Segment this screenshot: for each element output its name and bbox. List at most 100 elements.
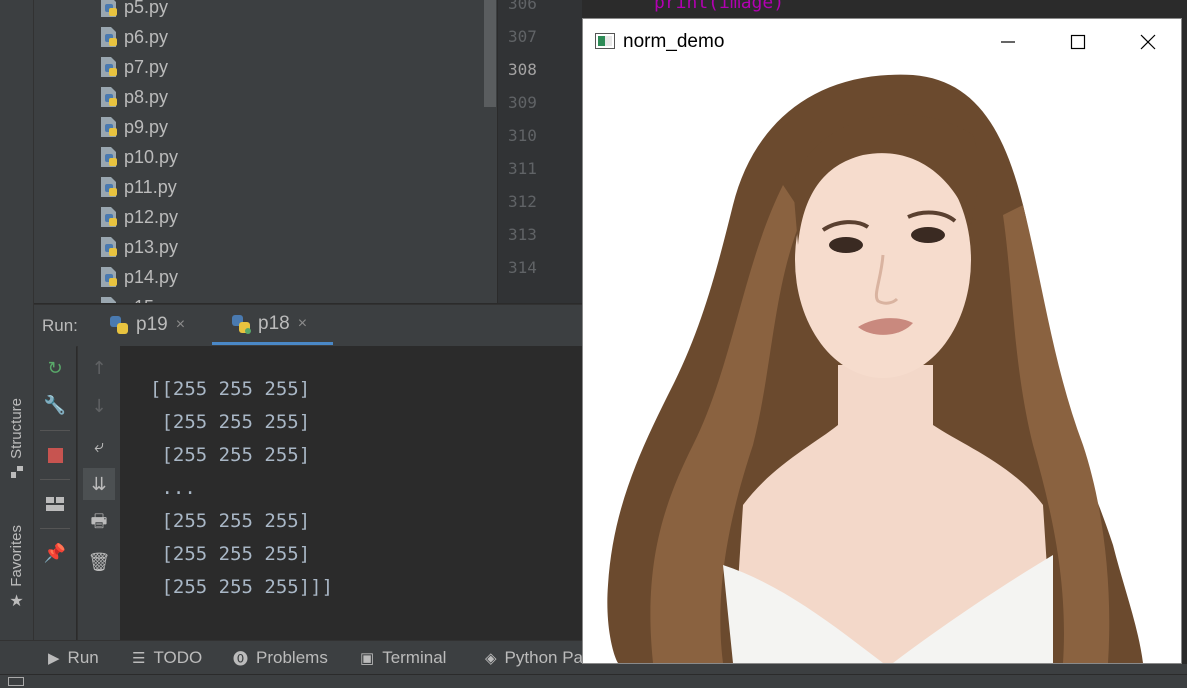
arrow-up-icon[interactable]: ↑ bbox=[87, 356, 111, 380]
tree-file-label: p14.py bbox=[124, 266, 179, 287]
layout-icon[interactable] bbox=[43, 492, 67, 516]
trash-icon[interactable]: 🗑 bbox=[87, 550, 111, 574]
console-line: [255 255 255] bbox=[150, 411, 311, 433]
window-app-icon bbox=[595, 33, 615, 49]
bottom-tab-label: TODO bbox=[153, 648, 203, 667]
editor-area[interactable]: print(image) bbox=[582, 0, 1187, 18]
close-tab-icon[interactable]: × bbox=[298, 315, 307, 333]
line-number: 307 bbox=[508, 27, 537, 46]
tree-file-item[interactable]: p9.py bbox=[98, 112, 168, 142]
stop-icon[interactable] bbox=[43, 443, 67, 467]
python-icon bbox=[232, 314, 251, 334]
bottom-tab-terminal[interactable]: ▣ Terminal bbox=[360, 641, 446, 675]
line-number: 309 bbox=[508, 93, 537, 112]
run-toolbar-secondary: ↑ ↓ ⤶ ⇊ 🖶 🗑 bbox=[77, 346, 120, 640]
image-window[interactable]: norm_demo bbox=[582, 18, 1182, 664]
line-number: 306 bbox=[508, 0, 537, 13]
structure-icon bbox=[10, 465, 23, 478]
list-icon: ☰ bbox=[132, 650, 146, 667]
tree-file-item[interactable]: p5.py bbox=[98, 0, 168, 22]
console-line: [255 255 255] bbox=[150, 543, 311, 565]
python-file-icon bbox=[101, 267, 117, 287]
tree-scrollbar[interactable] bbox=[484, 0, 496, 107]
run-tab-p19[interactable]: p19 × bbox=[108, 305, 208, 345]
console-line: [255 255 255] bbox=[150, 444, 311, 466]
print-icon[interactable]: 🖶 bbox=[87, 511, 111, 536]
close-button[interactable] bbox=[1113, 19, 1183, 65]
tree-file-item[interactable]: p7.py bbox=[98, 52, 168, 82]
status-bar bbox=[0, 674, 1187, 688]
tree-file-item[interactable]: p12.py bbox=[98, 202, 178, 232]
line-number: 311 bbox=[508, 159, 537, 178]
structure-tab[interactable]: Structure bbox=[0, 398, 33, 479]
python-file-icon bbox=[101, 117, 117, 137]
warning-icon: ⓿ bbox=[233, 650, 249, 668]
line-number: 308 bbox=[508, 60, 537, 79]
run-tab-p18[interactable]: p18 × bbox=[212, 305, 333, 345]
window-icon[interactable] bbox=[8, 677, 24, 686]
minimize-icon bbox=[1001, 41, 1015, 43]
bottom-tab-run[interactable]: ▶ Run bbox=[48, 641, 99, 675]
python-file-icon bbox=[101, 237, 117, 257]
wrench-icon[interactable]: 🔧 bbox=[43, 393, 67, 417]
python-icon bbox=[110, 316, 128, 334]
bottom-tab-label: Python Pa bbox=[504, 648, 583, 667]
play-icon: ▶ bbox=[48, 650, 60, 667]
console-line: [255 255 255] bbox=[150, 510, 311, 532]
tree-file-item[interactable]: p13.py bbox=[98, 232, 178, 262]
close-tab-icon[interactable]: × bbox=[176, 316, 185, 334]
favorites-label: Favorites bbox=[8, 525, 25, 587]
bottom-tab-python-packages[interactable]: ◈ Python Pa bbox=[485, 641, 583, 675]
run-panel-header: Run: p19 × p18 × bbox=[34, 304, 582, 347]
tree-file-item[interactable]: p6.py bbox=[98, 22, 168, 52]
line-number: 310 bbox=[508, 126, 537, 145]
tree-file-item[interactable]: p14.py bbox=[98, 262, 178, 292]
python-file-icon bbox=[101, 27, 117, 47]
tree-file-item[interactable]: p15.py bbox=[98, 292, 178, 303]
tree-file-label: p13.py bbox=[124, 236, 179, 257]
soft-wrap-icon[interactable]: ⤶ bbox=[87, 434, 111, 458]
tree-file-label: p5.py bbox=[124, 0, 169, 17]
window-titlebar[interactable]: norm_demo bbox=[583, 19, 1181, 65]
bottom-tab-label: Terminal bbox=[382, 648, 447, 667]
rerun-icon[interactable]: ↻ bbox=[43, 356, 67, 380]
run-toolbar: ↻ 🔧 📌 bbox=[34, 346, 76, 640]
python-file-icon bbox=[101, 0, 117, 17]
favorites-tab[interactable]: Favorites ★ bbox=[0, 525, 33, 610]
terminal-icon: ▣ bbox=[360, 650, 375, 667]
console-output[interactable]: [[255 255 255] [255 255 255] [255 255 25… bbox=[120, 346, 582, 640]
python-file-icon bbox=[101, 177, 117, 197]
tree-file-item[interactable]: p8.py bbox=[98, 82, 168, 112]
editor-gutter: 306 307 308 309 310 311 312 313 314 bbox=[498, 0, 582, 303]
bottom-tab-problems[interactable]: ⓿ Problems bbox=[233, 641, 328, 675]
bottom-tab-label: Run bbox=[67, 648, 99, 667]
line-number: 312 bbox=[508, 192, 537, 211]
tree-file-label: p15.py bbox=[124, 297, 178, 304]
code-line: print(image) bbox=[654, 0, 785, 13]
python-file-icon bbox=[101, 147, 117, 167]
line-number: 313 bbox=[508, 225, 537, 244]
scroll-to-end-icon[interactable]: ⇊ bbox=[83, 468, 115, 500]
python-file-icon bbox=[101, 297, 116, 303]
bottom-tab-todo[interactable]: ☰ TODO bbox=[132, 641, 202, 675]
structure-label: Structure bbox=[8, 398, 25, 459]
run-tab-label: p18 bbox=[258, 312, 290, 334]
tree-file-label: p8.py bbox=[124, 86, 169, 107]
console-line: ... bbox=[150, 477, 196, 499]
minimize-button[interactable] bbox=[973, 19, 1043, 65]
bottom-tab-label: Problems bbox=[256, 648, 328, 667]
maximize-button[interactable] bbox=[1043, 19, 1113, 65]
arrow-down-icon[interactable]: ↓ bbox=[87, 394, 111, 418]
left-tool-strip: Structure Favorites ★ bbox=[0, 0, 34, 640]
tree-file-label: p10.py bbox=[124, 146, 179, 167]
console-line: [[255 255 255] bbox=[150, 378, 311, 400]
layers-icon: ◈ bbox=[485, 650, 497, 667]
tree-file-item[interactable]: p10.py bbox=[98, 142, 178, 172]
pin-icon[interactable]: 📌 bbox=[43, 541, 67, 565]
run-tab-label: p19 bbox=[136, 314, 168, 335]
python-file-icon bbox=[101, 57, 117, 77]
tree-file-item[interactable]: p11.py bbox=[98, 172, 177, 202]
editor-edge bbox=[1182, 18, 1187, 664]
displayed-photo bbox=[583, 65, 1181, 663]
tree-file-label: p9.py bbox=[124, 116, 169, 137]
